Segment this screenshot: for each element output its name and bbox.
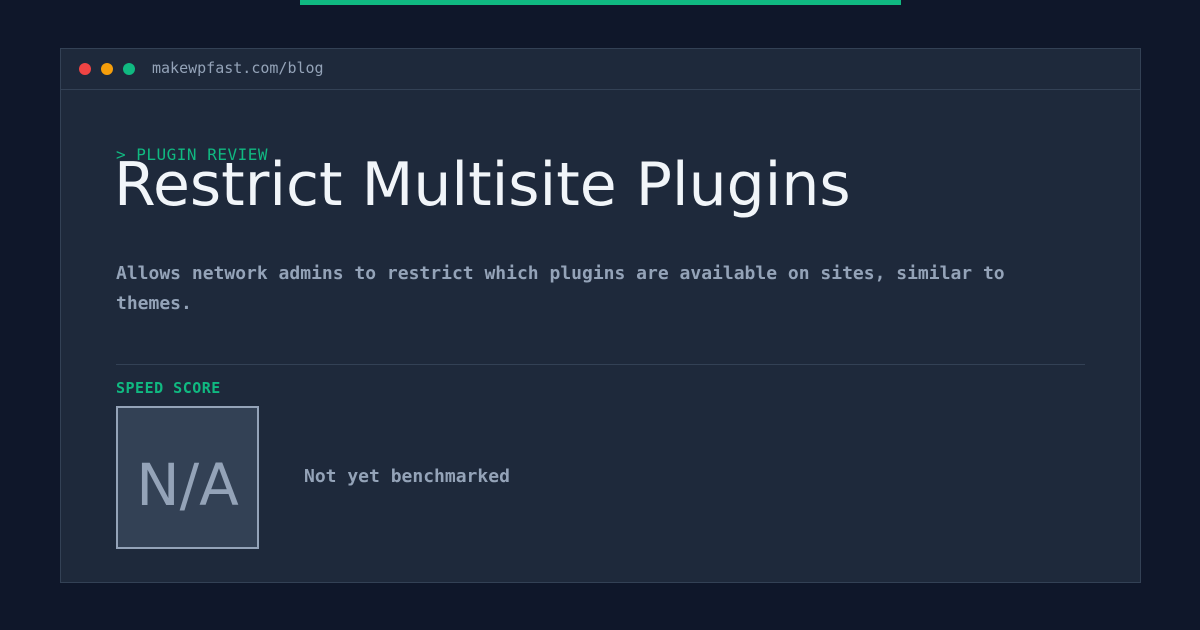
- speed-score-value: N/A: [136, 450, 239, 519]
- speed-score-label: SPEED SCORE: [116, 379, 221, 397]
- maximize-dot-icon: [123, 63, 135, 75]
- article-description: Allows network admins to restrict which …: [116, 263, 1005, 314]
- close-dot-icon: [79, 63, 91, 75]
- section-divider: [116, 364, 1085, 365]
- speed-score-badge: N/A: [116, 406, 259, 549]
- speed-score-status: Not yet benchmarked: [304, 466, 510, 487]
- url-text: makewpfast.com/blog: [152, 59, 324, 77]
- article-title: Restrict Multisite Plugins: [114, 150, 851, 220]
- minimize-dot-icon: [101, 63, 113, 75]
- top-accent-bar: [300, 0, 901, 5]
- browser-window: makewpfast.com/blog > PLUGIN REVIEW Rest…: [60, 48, 1141, 583]
- window-titlebar: makewpfast.com/blog: [61, 49, 1140, 90]
